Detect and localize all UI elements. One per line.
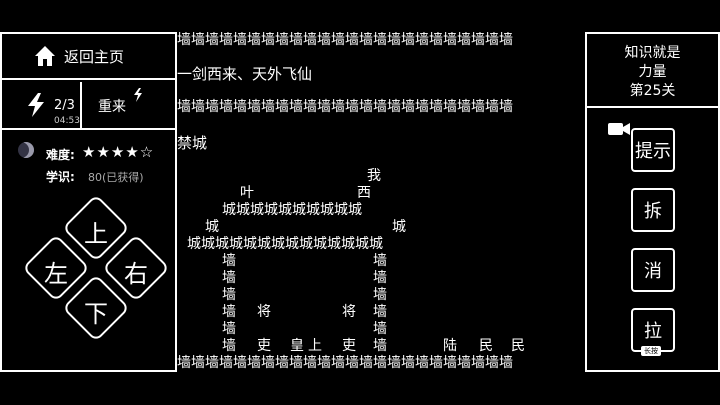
tile-city: 城: [392, 219, 406, 235]
energy-box: 2/3 04:53: [2, 82, 82, 130]
tile-li[interactable]: 吏: [257, 338, 271, 355]
left-panel: 返回主页 2/3 04:53 重来 难度: ★★★★☆ 学识: 80(已获得) …: [0, 32, 177, 372]
city-row-top: 城城城城城城城城城城: [222, 202, 362, 218]
tile-wall: 墙: [373, 287, 387, 303]
divider: [2, 128, 175, 130]
tile-shang[interactable]: 上: [308, 338, 322, 355]
level-title-line2: 力量: [638, 64, 667, 80]
tile-jiang[interactable]: 将: [342, 304, 356, 321]
difficulty-label: 难度:: [46, 148, 75, 162]
tile-wall: 墙: [222, 270, 236, 286]
tile-wall: 墙: [373, 338, 387, 354]
tile-min[interactable]: 民: [479, 338, 493, 355]
tile-xi[interactable]: 西: [357, 185, 371, 202]
dpad-down-label: 下: [84, 300, 108, 328]
level-number: 第25关: [629, 83, 676, 99]
tile-city: 城: [205, 219, 219, 235]
knowledge-label: 学识:: [46, 170, 75, 184]
dpad-up-label: 上: [84, 220, 108, 248]
tile-li[interactable]: 吏: [342, 338, 356, 355]
tile-ye[interactable]: 叶: [240, 185, 254, 202]
tile-min[interactable]: 民: [511, 338, 525, 355]
video-camera-icon: [608, 123, 630, 135]
erase-button[interactable]: 消: [631, 248, 675, 292]
tile-huang[interactable]: 皇: [290, 338, 304, 355]
split-button[interactable]: 拆: [631, 188, 675, 232]
dpad-right-label: 右: [124, 260, 148, 288]
top-wall-row: 墙墙墙墙墙墙墙墙墙墙墙墙墙墙墙墙墙墙墙墙墙墙墙墙: [177, 32, 513, 48]
second-wall-row: 墙墙墙墙墙墙墙墙墙墙墙墙墙墙墙墙墙墙墙墙墙墙墙墙: [177, 99, 513, 115]
lightning-icon: [28, 93, 44, 117]
tile-wall: 墙: [222, 321, 236, 337]
level-title-line1: 知识就是: [624, 45, 681, 61]
home-label: 返回主页: [64, 47, 125, 66]
right-panel: 知识就是 力量 第25关 提示 拆 消 拉 长按: [585, 32, 720, 372]
tile-lu[interactable]: 陆: [443, 338, 457, 355]
tile-wall: 墙: [373, 304, 387, 320]
difficulty-stars: ★★★★☆: [82, 143, 155, 161]
tile-wall: 墙: [222, 338, 236, 354]
home-icon: [35, 46, 55, 66]
divider: [587, 106, 718, 108]
tile-wall: 墙: [222, 304, 236, 320]
restart-bolt-icon: [134, 88, 142, 102]
energy-row: 2/3 04:53 重来: [2, 82, 175, 130]
tile-wall: 墙: [222, 253, 236, 269]
long-press-tag: 长按: [641, 346, 661, 356]
restart-button[interactable]: 重来: [98, 96, 126, 116]
poem-text: 一剑西来、天外飞仙: [177, 65, 313, 83]
home-button[interactable]: 返回主页: [2, 34, 175, 78]
tile-jiang[interactable]: 将: [257, 304, 271, 321]
tile-wall: 墙: [373, 321, 387, 337]
game-board: 墙墙墙墙墙墙墙墙墙墙墙墙墙墙墙墙墙墙墙墙墙墙墙墙 一剑西来、天外飞仙 墙墙墙墙墙…: [177, 32, 585, 372]
hint-button[interactable]: 提示: [631, 128, 675, 172]
bottom-wall-row: 墙墙墙墙墙墙墙墙墙墙墙墙墙墙墙墙墙墙墙墙墙墙墙墙: [177, 355, 513, 371]
level-title: 知识就是 力量 第25关: [587, 44, 718, 101]
energy-count: 2/3: [54, 98, 75, 113]
energy-timer: 04:53: [54, 116, 80, 126]
player-tile[interactable]: 我: [367, 168, 381, 185]
tile-wall: 墙: [373, 270, 387, 286]
tile-wall: 墙: [222, 287, 236, 303]
divider: [2, 78, 175, 80]
knowledge-value: 80(已获得): [88, 171, 144, 184]
tile-wall: 墙: [373, 253, 387, 269]
moon-icon: [18, 142, 34, 158]
dpad-left-label: 左: [44, 260, 68, 288]
city-row-bottom: 城城城城城城城城城城城城城城: [187, 236, 383, 252]
forbidden-city-text: 禁城: [177, 134, 208, 152]
